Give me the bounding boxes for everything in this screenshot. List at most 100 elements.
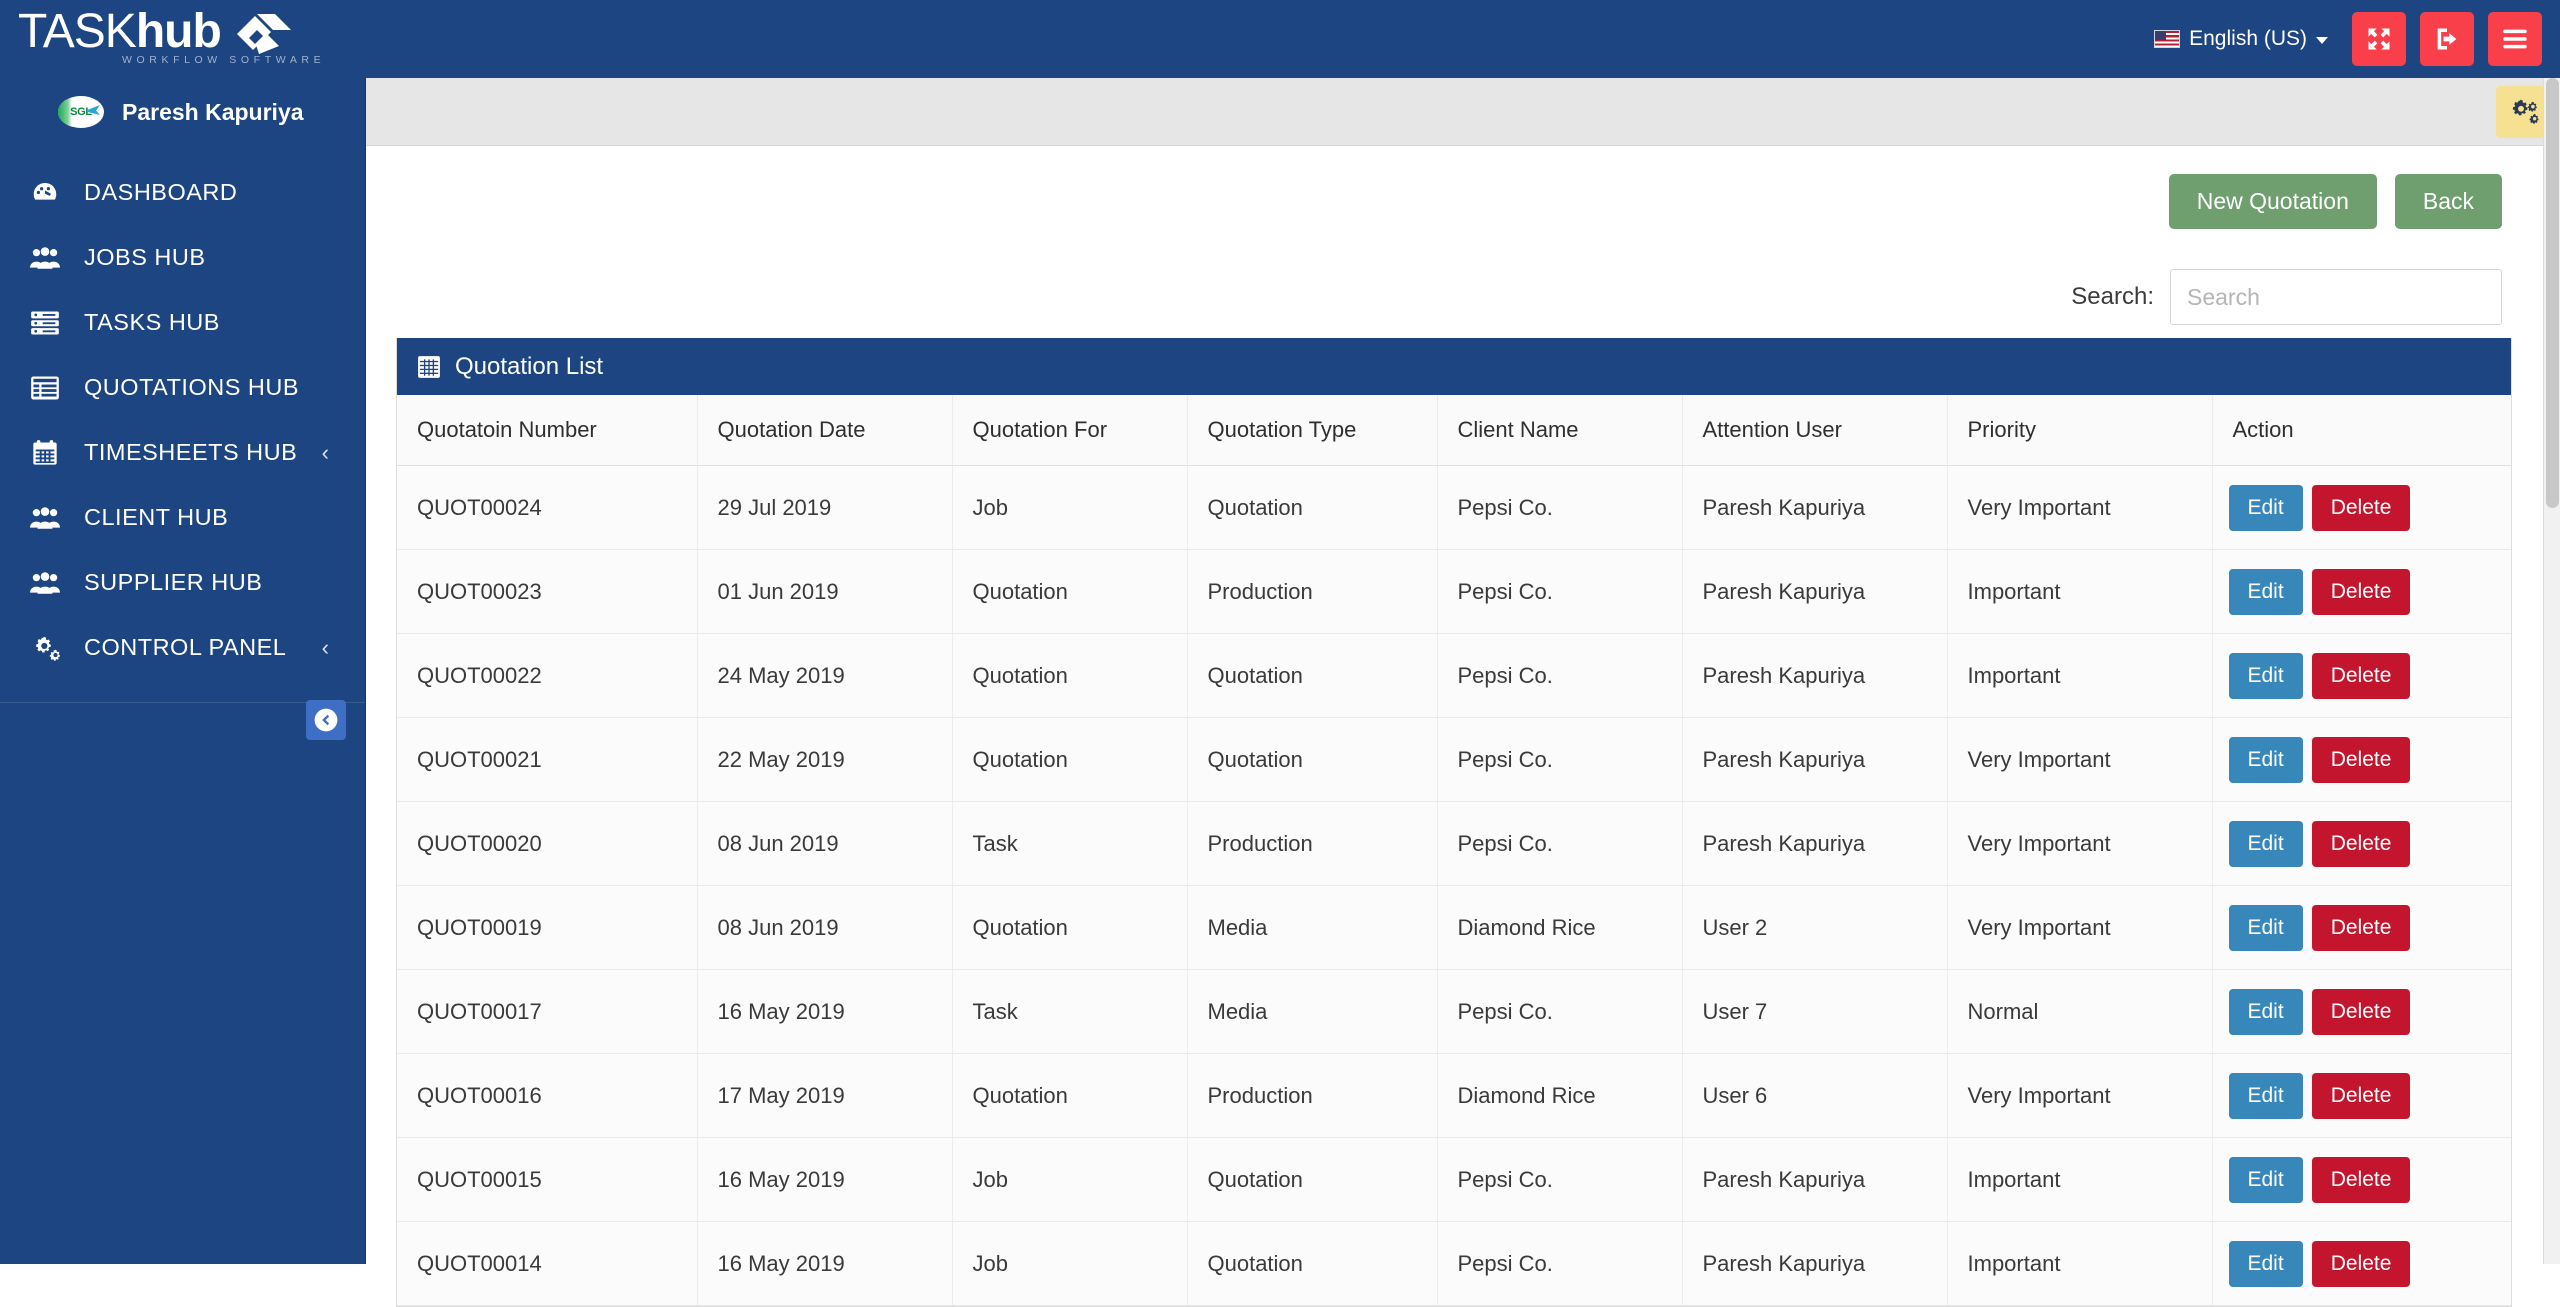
delete-button[interactable]: Delete [2311,1072,2411,1119]
gears-icon [28,634,62,662]
cell-attention-user: Paresh Kapuriya [1682,1137,1948,1222]
delete-button[interactable]: Delete [2311,820,2411,867]
cell-client-name: Diamond Rice [1437,1053,1683,1138]
sidebar-item-label: TIMESHEETS HUB [84,439,298,465]
sidebar-item-label: JOBS HUB [84,244,206,270]
sidebar-item-label: CONTROL PANEL [84,634,287,660]
col-client-name[interactable]: Client Name [1437,395,1683,466]
cell-quotation-number: QUOT00019 [397,885,698,970]
cell-quotation-number: QUOT00022 [397,633,698,718]
cell-quotation-type: Production [1187,1053,1438,1138]
delete-button[interactable]: Delete [2311,1156,2411,1203]
profile-name: Paresh Kapuriya [122,98,304,125]
edit-button[interactable]: Edit [2228,1156,2303,1203]
delete-button[interactable]: Delete [2311,904,2411,951]
cell-priority: Important [1947,1137,2213,1222]
cell-priority: Very Important [1947,1053,2213,1138]
search-input[interactable] [2170,269,2502,325]
cell-quotation-type: Quotation [1187,1137,1438,1222]
sidebar-item-tasks-hub[interactable]: TASKS HUB [0,290,365,355]
cell-attention-user: User 6 [1682,1053,1948,1138]
table-row: QUOT00024 29 Jul 2019 Job Quotation Pepsi Co… [397,465,2511,550]
col-quotation-type[interactable]: Quotation Type [1187,395,1438,466]
cell-action: Edit Delete [2212,969,2511,1054]
table-row: QUOT00023 01 Jun 2019 Quotation Production P… [397,549,2511,634]
menu-toggle-button[interactable] [2488,12,2542,66]
cell-quotation-date: 22 May 2019 [697,717,953,802]
page-scrollbar-thumb[interactable] [2546,78,2559,508]
col-quotation-for[interactable]: Quotation For [952,395,1188,466]
edit-button[interactable]: Edit [2228,568,2303,615]
back-button[interactable]: Back [2394,173,2502,229]
sidebar-item-quotations-hub[interactable]: QUOTATIONS HUB [0,355,365,420]
edit-button[interactable]: Edit [2228,736,2303,783]
new-quotation-button[interactable]: New Quotation [2168,173,2377,229]
delete-button[interactable]: Delete [2311,736,2411,783]
cell-quotation-number: QUOT00020 [397,801,698,886]
cell-quotation-type: Quotation [1187,717,1438,802]
sidebar-item-jobs-hub[interactable]: JOBS HUB [0,225,365,290]
cell-quotation-for: Quotation [952,885,1188,970]
sidebar-item-client-hub[interactable]: CLIENT HUB [0,485,365,550]
cell-action: Edit Delete [2212,633,2511,718]
cell-action: Edit Delete [2212,717,2511,802]
cell-priority: Important [1947,549,2213,634]
sidebar-item-label: DASHBOARD [84,179,238,205]
server-list-icon [28,310,62,336]
cell-quotation-date: 16 May 2019 [697,1137,953,1222]
search-row: Search: [366,256,2560,338]
cell-quotation-for: Quotation [952,717,1188,802]
app-logo[interactable]: TASKhub WORKFLOW SOFTWARE [18,5,321,67]
sidebar-item-dashboard[interactable]: DASHBOARD [0,160,365,225]
edit-button[interactable]: Edit [2228,1072,2303,1119]
cell-attention-user: User 2 [1682,885,1948,970]
logout-button[interactable] [2420,12,2474,66]
cell-quotation-for: Task [952,801,1188,886]
calendar-icon [28,439,62,467]
edit-button[interactable]: Edit [2228,820,2303,867]
sidebar: SGL Paresh Kapuriya DASHBOARD JOBS HUB T… [0,0,366,1264]
sidebar-collapse-button[interactable] [306,700,346,740]
logo-text-light: TASK [18,5,137,58]
col-attention-user[interactable]: Attention User [1682,395,1948,466]
sidebar-item-control-panel[interactable]: CONTROL PANEL ‹ [0,615,365,680]
cell-quotation-type: Quotation [1187,633,1438,718]
language-selector[interactable]: English (US) [2154,27,2328,51]
col-quotation-date[interactable]: Quotation Date [697,395,953,466]
hamburger-icon [2503,29,2527,49]
cell-quotation-type: Quotation [1187,465,1438,550]
edit-button[interactable]: Edit [2228,484,2303,531]
cell-attention-user: Paresh Kapuriya [1682,633,1948,718]
cell-quotation-number: QUOT00024 [397,465,698,550]
fullscreen-button[interactable] [2352,12,2406,66]
cell-attention-user: Paresh Kapuriya [1682,717,1948,802]
cell-action: Edit Delete [2212,885,2511,970]
cell-client-name: Pepsi Co. [1437,717,1683,802]
edit-button[interactable]: Edit [2228,904,2303,951]
cell-action: Edit Delete [2212,549,2511,634]
cell-quotation-date: 24 May 2019 [697,633,953,718]
sidebar-item-timesheets-hub[interactable]: TIMESHEETS HUB ‹ [0,420,365,485]
panel-title-bar: Quotation List [397,338,2511,395]
page-scrollbar-track[interactable] [2543,78,2560,1264]
edit-button[interactable]: Edit [2228,652,2303,699]
table-header-row: Quotatoin Number Quotation Date Quotatio… [397,395,2511,466]
main-content: New Quotation Back Search: Quotation Lis… [366,78,2560,1307]
delete-button[interactable]: Delete [2311,568,2411,615]
users-group-icon [28,570,62,596]
cell-quotation-date: 08 Jun 2019 [697,801,953,886]
delete-button[interactable]: Delete [2311,484,2411,531]
sidebar-profile[interactable]: SGL Paresh Kapuriya [0,78,365,146]
delete-button[interactable]: Delete [2311,988,2411,1035]
users-group-icon [28,245,62,271]
expand-arrows-icon [2368,28,2390,50]
col-quotation-number[interactable]: Quotatoin Number [397,395,698,466]
logo-text-bold: hub [135,5,222,58]
col-priority[interactable]: Priority [1947,395,2213,466]
sidebar-item-supplier-hub[interactable]: SUPPLIER HUB [0,550,365,615]
table-row: QUOT00020 08 Jun 2019 Task Production Pepsi … [397,801,2511,886]
cell-quotation-date: 29 Jul 2019 [697,465,953,550]
quotation-list-panel: Quotation List Quotatoin Number Quotatio… [396,338,2512,1307]
delete-button[interactable]: Delete [2311,652,2411,699]
edit-button[interactable]: Edit [2228,988,2303,1035]
